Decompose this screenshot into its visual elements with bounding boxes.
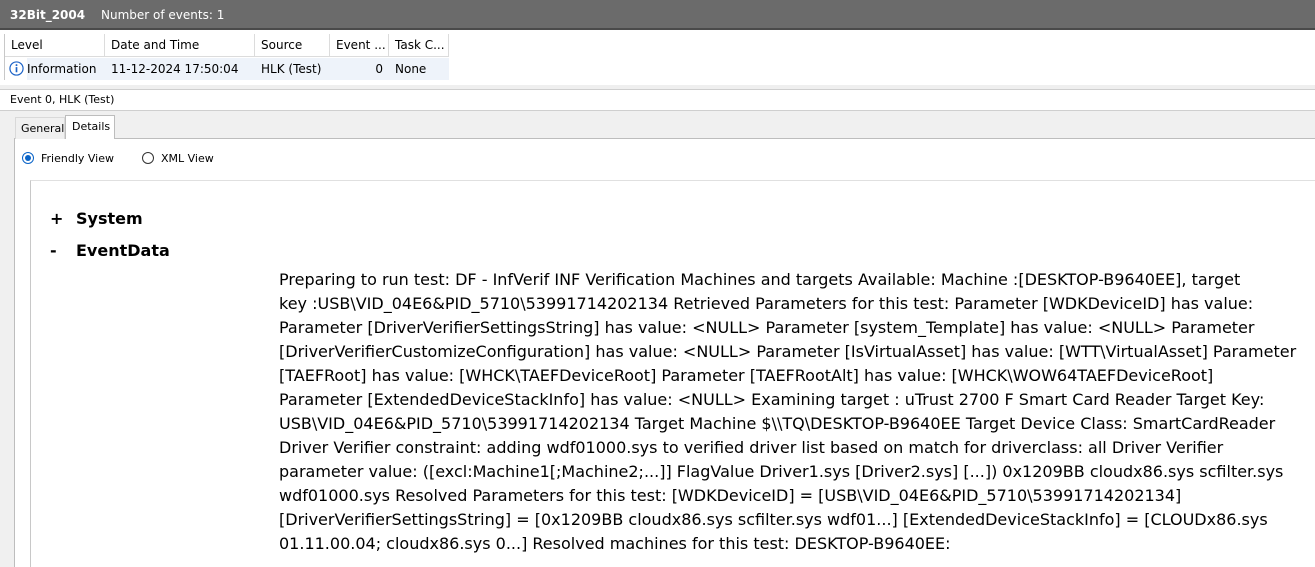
- column-header-date-time[interactable]: Date and Time: [105, 34, 255, 57]
- event-data-line: parameter value: ([excl:Machine1[;Machin…: [279, 462, 1284, 481]
- log-name: 32Bit_2004: [10, 8, 86, 22]
- radio-unselected-indicator: [142, 152, 154, 164]
- event-data-line: Preparing to run test: DF - InfVerif INF…: [279, 270, 1241, 289]
- row-level: Information: [27, 58, 105, 80]
- event-data-line: Driver Verifier constraint: adding wdf01…: [279, 438, 1224, 457]
- information-icon: [9, 61, 24, 76]
- eventdata-collapse-toggle[interactable]: -: [50, 241, 57, 260]
- xml-view-label: XML View: [161, 152, 214, 165]
- event-count: Number of events: 1: [101, 8, 225, 22]
- event-data-text: Preparing to run test: DF - InfVerif INF…: [279, 268, 1313, 556]
- tab-details[interactable]: Details: [65, 115, 115, 139]
- event-data-line: key :USB\VID_04E6&PID_5710\5399171420213…: [279, 294, 1254, 313]
- row-source: HLK (Test): [255, 58, 330, 80]
- row-date-time: 11-12-2024 17:50:04: [105, 58, 255, 80]
- friendly-view-label: Friendly View: [41, 152, 114, 165]
- detail-pane-header: Event 0, HLK (Test): [0, 89, 1315, 111]
- events-grid: Level Date and Time Source Event ... Tas…: [4, 34, 1315, 80]
- xml-view-radio[interactable]: XML View: [142, 152, 232, 166]
- column-header-level[interactable]: Level: [5, 34, 105, 57]
- radio-selected-indicator: [22, 152, 34, 164]
- tab-general[interactable]: General: [15, 117, 65, 139]
- event-data-line: [DriverVerifierSettingsString] = [0x1209…: [279, 510, 1268, 529]
- system-section-label: System: [76, 209, 143, 228]
- system-expand-toggle[interactable]: +: [50, 209, 63, 228]
- event-data-line: Parameter [DriverVerifierSettingsString]…: [279, 318, 1255, 337]
- detail-pane-title: Event 0, HLK (Test): [10, 93, 115, 106]
- event-data-line: [TAEFRoot] has value: [WHCK\TAEFDeviceRo…: [279, 366, 1214, 385]
- eventdata-section-label: EventData: [76, 241, 170, 260]
- log-title-bar: 32Bit_2004 Number of events: 1: [0, 0, 1315, 30]
- event-data-line: wdf01000.sys Resolved Parameters for thi…: [279, 486, 1182, 505]
- row-task-category: None: [389, 58, 449, 80]
- event-data-line: Parameter [ExtendedDeviceStackInfo] has …: [279, 390, 1265, 409]
- column-header-source[interactable]: Source: [255, 34, 330, 57]
- friendly-view-radio[interactable]: Friendly View: [22, 152, 132, 166]
- event-data-line: [DriverVerifierCustomizeConfiguration] h…: [279, 342, 1297, 361]
- event-data-line: 01.11.00.04; cloudx86.sys 0...] Resolved…: [279, 534, 951, 553]
- column-header-event-id[interactable]: Event ...: [330, 34, 389, 57]
- row-event-id: 0: [330, 58, 389, 80]
- column-header-task-category[interactable]: Task C...: [389, 34, 449, 57]
- event-data-line: USB\VID_04E6&PID_5710\53991714202134 Tar…: [279, 414, 1276, 433]
